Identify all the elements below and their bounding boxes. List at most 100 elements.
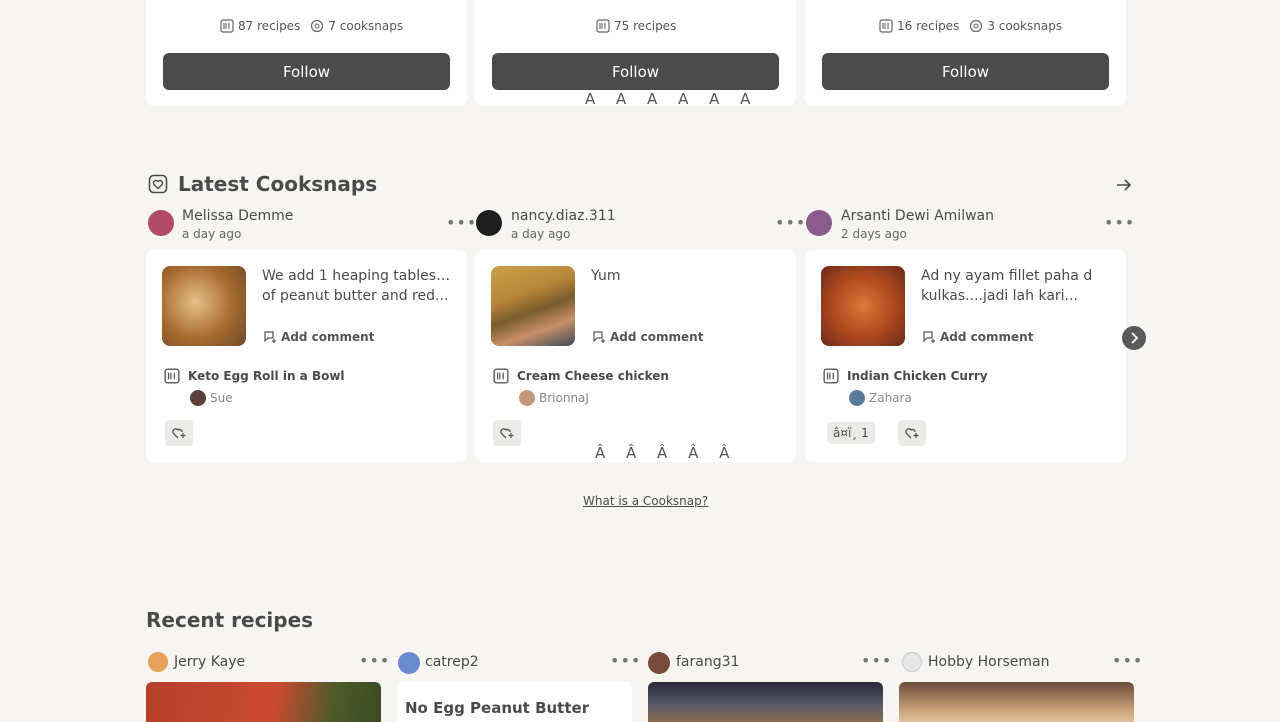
add-comment-label: Add comment	[281, 330, 375, 344]
avatar[interactable]	[148, 652, 168, 672]
more-options-icon[interactable]: •••	[359, 651, 390, 670]
user-card-3: 16 recipes 3 cooksnaps Follow	[805, 0, 1126, 106]
recipe-title: Keto Egg Roll in a Bowl	[188, 369, 345, 383]
cooksnap-time: a day ago	[511, 227, 571, 241]
more-options-icon[interactable]: •••	[861, 651, 892, 670]
section-title-latest-cooksnaps: Latest Cooksnaps	[148, 172, 377, 196]
recipe-author[interactable]: Sue	[190, 390, 233, 406]
recipe-book-icon	[493, 368, 509, 384]
rating-glyphs: Â Â Â Â Â	[595, 444, 738, 462]
user-card-stats: 16 recipes 3 cooksnaps	[879, 19, 1062, 33]
avatar[interactable]	[148, 210, 174, 236]
author-avatar	[519, 390, 535, 406]
react-button[interactable]	[493, 420, 521, 446]
recipe-author[interactable]: BrionnaJ	[519, 390, 589, 406]
user-card-stats: 75 recipes	[596, 19, 676, 33]
cooksnap-recipe-link[interactable]: Indian Chicken Curry	[823, 368, 988, 384]
recipe-user-name[interactable]: catrep2	[425, 654, 479, 670]
recipe-count: 16 recipes	[897, 19, 960, 33]
section-title-recent-recipes: Recent recipes	[146, 608, 313, 632]
recipe-author-name: Zahara	[869, 391, 912, 405]
carousel-next-button[interactable]	[1122, 326, 1146, 350]
cooksnap-text-line1: We add 1 heaping tablespoon	[262, 268, 452, 284]
more-options-icon[interactable]: •••	[610, 651, 641, 670]
recipe-count: 75 recipes	[614, 19, 677, 33]
comment-plus-icon	[263, 330, 277, 344]
recipe-user-name[interactable]: Jerry Kaye	[174, 654, 245, 670]
add-comment-button[interactable]: Add comment	[592, 330, 703, 344]
cooksnap-time: a day ago	[182, 227, 242, 241]
cooksnap-icon	[310, 19, 324, 33]
recipe-book-icon	[220, 19, 234, 33]
follow-button[interactable]: Follow	[822, 53, 1109, 90]
cooksnap-photo[interactable]	[162, 266, 246, 346]
cooksnap-heart-icon	[148, 174, 168, 194]
cooksnap-text-line1: Yum	[591, 268, 621, 284]
recipe-title: Cream Cheese chicken	[517, 369, 669, 383]
reaction-count: â¤ï¸ 1	[833, 426, 869, 440]
recipe-book-icon	[823, 368, 839, 384]
recipe-book-icon	[164, 368, 180, 384]
latest-cooksnaps-title: Latest Cooksnaps	[178, 172, 378, 196]
more-options-icon[interactable]: •••	[446, 213, 477, 232]
comment-plus-icon	[592, 330, 606, 344]
user-card-stats: 87 recipes 7 cooksnaps	[220, 19, 403, 33]
recipe-card-title[interactable]: No Egg Peanut Butter	[405, 699, 589, 717]
add-comment-button[interactable]: Add comment	[922, 330, 1033, 344]
rating-glyphs: A A A A A A	[585, 90, 759, 108]
recipe-author[interactable]: Zahara	[849, 390, 912, 406]
arrow-right-icon[interactable]	[1116, 176, 1132, 194]
cooksnap-text-line2: kulkas....jadi lah kari...	[921, 288, 1078, 304]
recipe-photo[interactable]	[648, 682, 883, 722]
cooksnap-recipe-link[interactable]: Cream Cheese chicken	[493, 368, 669, 384]
avatar[interactable]	[806, 210, 832, 236]
add-comment-button[interactable]: Add comment	[263, 330, 374, 344]
react-button[interactable]	[898, 420, 926, 446]
cooksnap-count: 3 cooksnaps	[987, 19, 1063, 33]
more-options-icon[interactable]: •••	[775, 213, 806, 232]
more-options-icon[interactable]: •••	[1104, 213, 1135, 232]
right-side-panel	[1146, 0, 1280, 720]
cooksnap-count: 7 cooksnaps	[328, 19, 404, 33]
recent-recipes-title: Recent recipes	[146, 608, 314, 632]
follow-button[interactable]: Follow	[492, 53, 779, 90]
cooksnap-photo[interactable]	[821, 266, 905, 346]
cooksnap-user-name[interactable]: nancy.diaz.311	[511, 208, 616, 224]
cooksnap-icon	[969, 19, 983, 33]
recipe-user-name[interactable]: farang31	[676, 654, 739, 670]
add-comment-label: Add comment	[940, 330, 1034, 344]
user-card-1: 87 recipes 7 cooksnaps Follow	[146, 0, 467, 106]
avatar[interactable]	[648, 652, 670, 674]
recipe-title: Indian Chicken Curry	[847, 369, 988, 383]
add-comment-label: Add comment	[610, 330, 704, 344]
cooksnap-recipe-link[interactable]: Keto Egg Roll in a Bowl	[164, 368, 345, 384]
cooksnap-photo[interactable]	[491, 266, 575, 346]
cooksnap-text-line2: of peanut butter and red...	[262, 288, 449, 304]
recipe-card: No Egg Peanut Butter	[397, 682, 632, 722]
recipe-photo[interactable]	[899, 682, 1134, 722]
cooksnap-user-name[interactable]: Arsanti Dewi Amilwan	[841, 208, 994, 224]
recipe-photo[interactable]	[146, 682, 381, 722]
react-button[interactable]	[165, 420, 193, 446]
recipe-author-name: BrionnaJ	[539, 391, 589, 405]
recipe-user-name[interactable]: Hobby Horseman	[928, 654, 1049, 670]
recipe-book-icon	[879, 19, 893, 33]
avatar[interactable]	[476, 210, 502, 236]
comment-plus-icon	[922, 330, 936, 344]
avatar[interactable]	[398, 652, 420, 674]
recipe-author-name: Sue	[210, 391, 233, 405]
what-is-cooksnap-link[interactable]: What is a Cooksnap?	[583, 494, 708, 508]
cooksnap-user-name[interactable]: Melissa Demme	[182, 208, 293, 224]
author-avatar	[849, 390, 865, 406]
cooksnap-card-2: Yum Add comment Cream Cheese chicken Bri…	[475, 250, 796, 462]
recipe-book-icon	[596, 19, 610, 33]
avatar[interactable]	[902, 652, 922, 672]
cooksnap-text-line1: Ad ny ayam fillet paha d	[921, 268, 1093, 284]
follow-button[interactable]: Follow	[163, 53, 450, 90]
recipe-count: 87 recipes	[238, 19, 301, 33]
cooksnap-card-3: Ad ny ayam fillet paha d kulkas....jadi …	[805, 250, 1126, 462]
reaction-count-badge[interactable]: â¤ï¸ 1	[827, 422, 875, 444]
more-options-icon[interactable]: •••	[1112, 651, 1143, 670]
author-avatar	[190, 390, 206, 406]
cooksnap-card-1: We add 1 heaping tablespoon of peanut bu…	[146, 250, 467, 462]
